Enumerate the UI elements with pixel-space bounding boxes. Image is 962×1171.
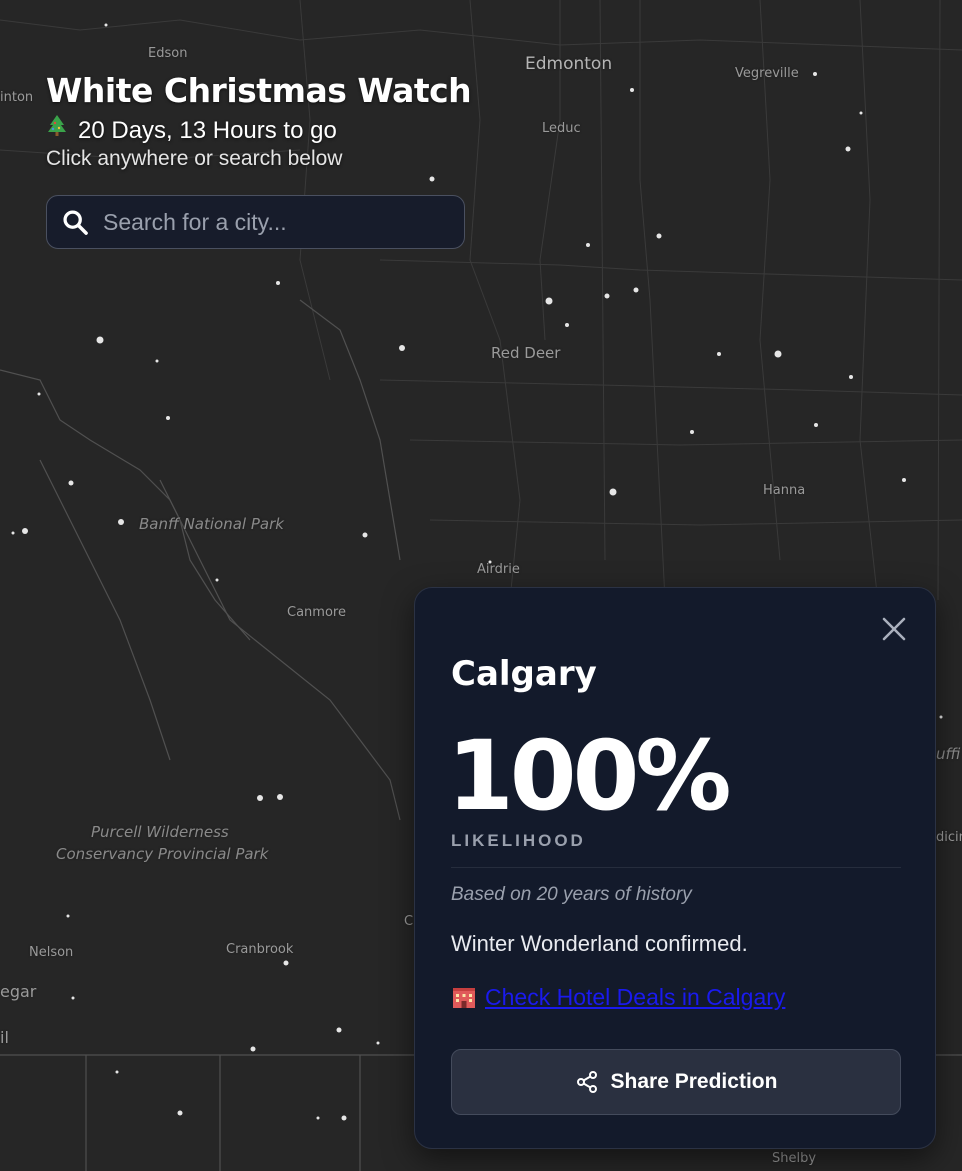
map-label-uffi: uffi [936,745,961,763]
city-name: Calgary [451,654,597,694]
map-label-cranbrook: Cranbrook [226,942,294,957]
page-title: White Christmas Watch [46,71,472,110]
countdown-text: 20 Days, 13 Hours to go [78,117,337,144]
header: White Christmas Watch 20 Days, 13 Hours … [46,70,472,172]
search-icon [63,210,88,235]
map-label-il: il [0,1028,9,1047]
map-label-dicin: dicin [936,830,962,845]
likelihood-percent: 100% [447,720,732,832]
divider [451,867,901,868]
christmas-tree-icon [46,114,68,146]
share-button-label: Share Prediction [610,1070,778,1093]
map-label-nelson: Nelson [29,945,74,960]
hotel-deals-link[interactable]: Check Hotel Deals in Calgary [451,984,785,1011]
subtitle: Click anywhere or search below [46,147,343,170]
share-icon [576,1071,597,1093]
city-prediction-panel: Calgary 100% LIKELIHOOD Based on 20 year… [414,587,936,1149]
map-label-egar: egar [0,982,37,1001]
map-label-canmore: Canmore [287,605,346,620]
map-label-hanna: Hanna [763,483,806,498]
map-label-banff: Banff National Park [139,515,284,533]
hotel-link-text: Check Hotel Deals in Calgary [485,984,786,1010]
map-label-edmonton: Edmonton [525,54,613,74]
search-input[interactable] [101,207,445,237]
map-label-inton: inton [0,90,34,105]
close-icon[interactable] [881,616,907,642]
search-box[interactable] [46,195,465,249]
map-label-edson: Edson [148,46,188,61]
map-label-shelby: Shelby [772,1151,817,1166]
likelihood-label: LIKELIHOOD [451,831,586,850]
map-label-purcell: Purcell Wilderness [91,823,229,841]
map-label-c: C [404,914,414,929]
map-label-airdrie: Airdrie [477,562,520,577]
map-label-red-deer: Red Deer [491,344,561,362]
map-label-leduc: Leduc [542,121,581,136]
history-basis: Based on 20 years of history [451,884,692,905]
map-label-purcell-park: Conservancy Provincial Park [56,845,269,863]
map-label-vegreville: Vegreville [735,66,799,81]
countdown: 20 Days, 13 Hours to go [46,114,471,146]
hotel-icon [453,988,475,1008]
verdict-text: Winter Wonderland confirmed. [451,931,748,956]
share-prediction-button[interactable]: Share Prediction [451,1049,901,1115]
